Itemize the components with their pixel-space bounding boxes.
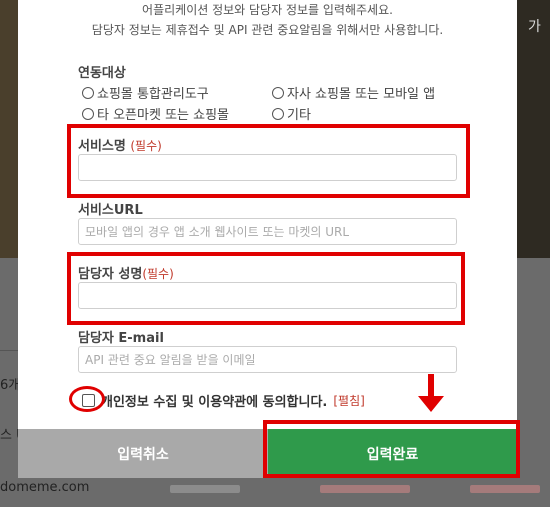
radio-circle-icon[interactable] [82,107,94,120]
service-url-label: 서비스URL [78,203,143,218]
background-blurred-text [170,485,240,493]
annotation-arrow-icon [418,374,444,412]
radio-circle-icon[interactable] [272,107,284,120]
privacy-agree-row: 개인정보 수집 및 이용약관에 동의합니다. [펼침] [82,391,365,410]
radio-circle-icon[interactable] [82,86,94,99]
background-blurred-text [470,485,540,493]
intro-subtext: 담당자 정보는 제휴접수 및 API 관련 중요알림을 위해서만 사용합니다. [91,23,444,37]
radio-circle-icon[interactable] [272,86,284,99]
background-divider [0,350,18,351]
radio-label: 기타 [287,108,311,123]
annotation-box-service-name [67,124,470,198]
radio-shopping-mall-tool[interactable]: 쇼핑몰 통합관리도구 [82,83,209,102]
intro-text: 어플리케이션 정보와 담당자 정보를 입력해주세요. [142,3,393,17]
terms-expand-link[interactable]: [펼침] [333,392,364,409]
manager-email-input[interactable] [78,346,457,373]
manager-email-label: 담당자 E-mail [78,331,164,346]
cancel-button[interactable]: 입력취소 [18,429,268,478]
radio-other-open-market[interactable]: 타 오픈마켓 또는 쇼핑몰 [82,104,229,123]
background-text-fragment: 가 [528,19,541,35]
service-url-input[interactable] [78,218,457,245]
integration-target-label: 연동대상 [78,66,126,81]
background-blurred-text [320,485,410,493]
radio-own-mall-or-app[interactable]: 자사 쇼핑몰 또는 모바일 앱 [272,83,435,102]
annotation-box-submit [263,420,520,478]
privacy-agree-text: 개인정보 수집 및 이용약관에 동의합니다. [101,395,328,410]
annotation-circle-checkbox [69,386,105,412]
radio-etc[interactable]: 기타 [272,104,311,123]
radio-label: 자사 쇼핑몰 또는 모바일 앱 [287,87,436,102]
radio-label: 타 오픈마켓 또는 쇼핑몰 [97,108,229,123]
background-url-fragment: domeme.com [0,480,90,495]
radio-label: 쇼핑몰 통합관리도구 [97,87,209,102]
annotation-box-manager-name [67,252,465,325]
